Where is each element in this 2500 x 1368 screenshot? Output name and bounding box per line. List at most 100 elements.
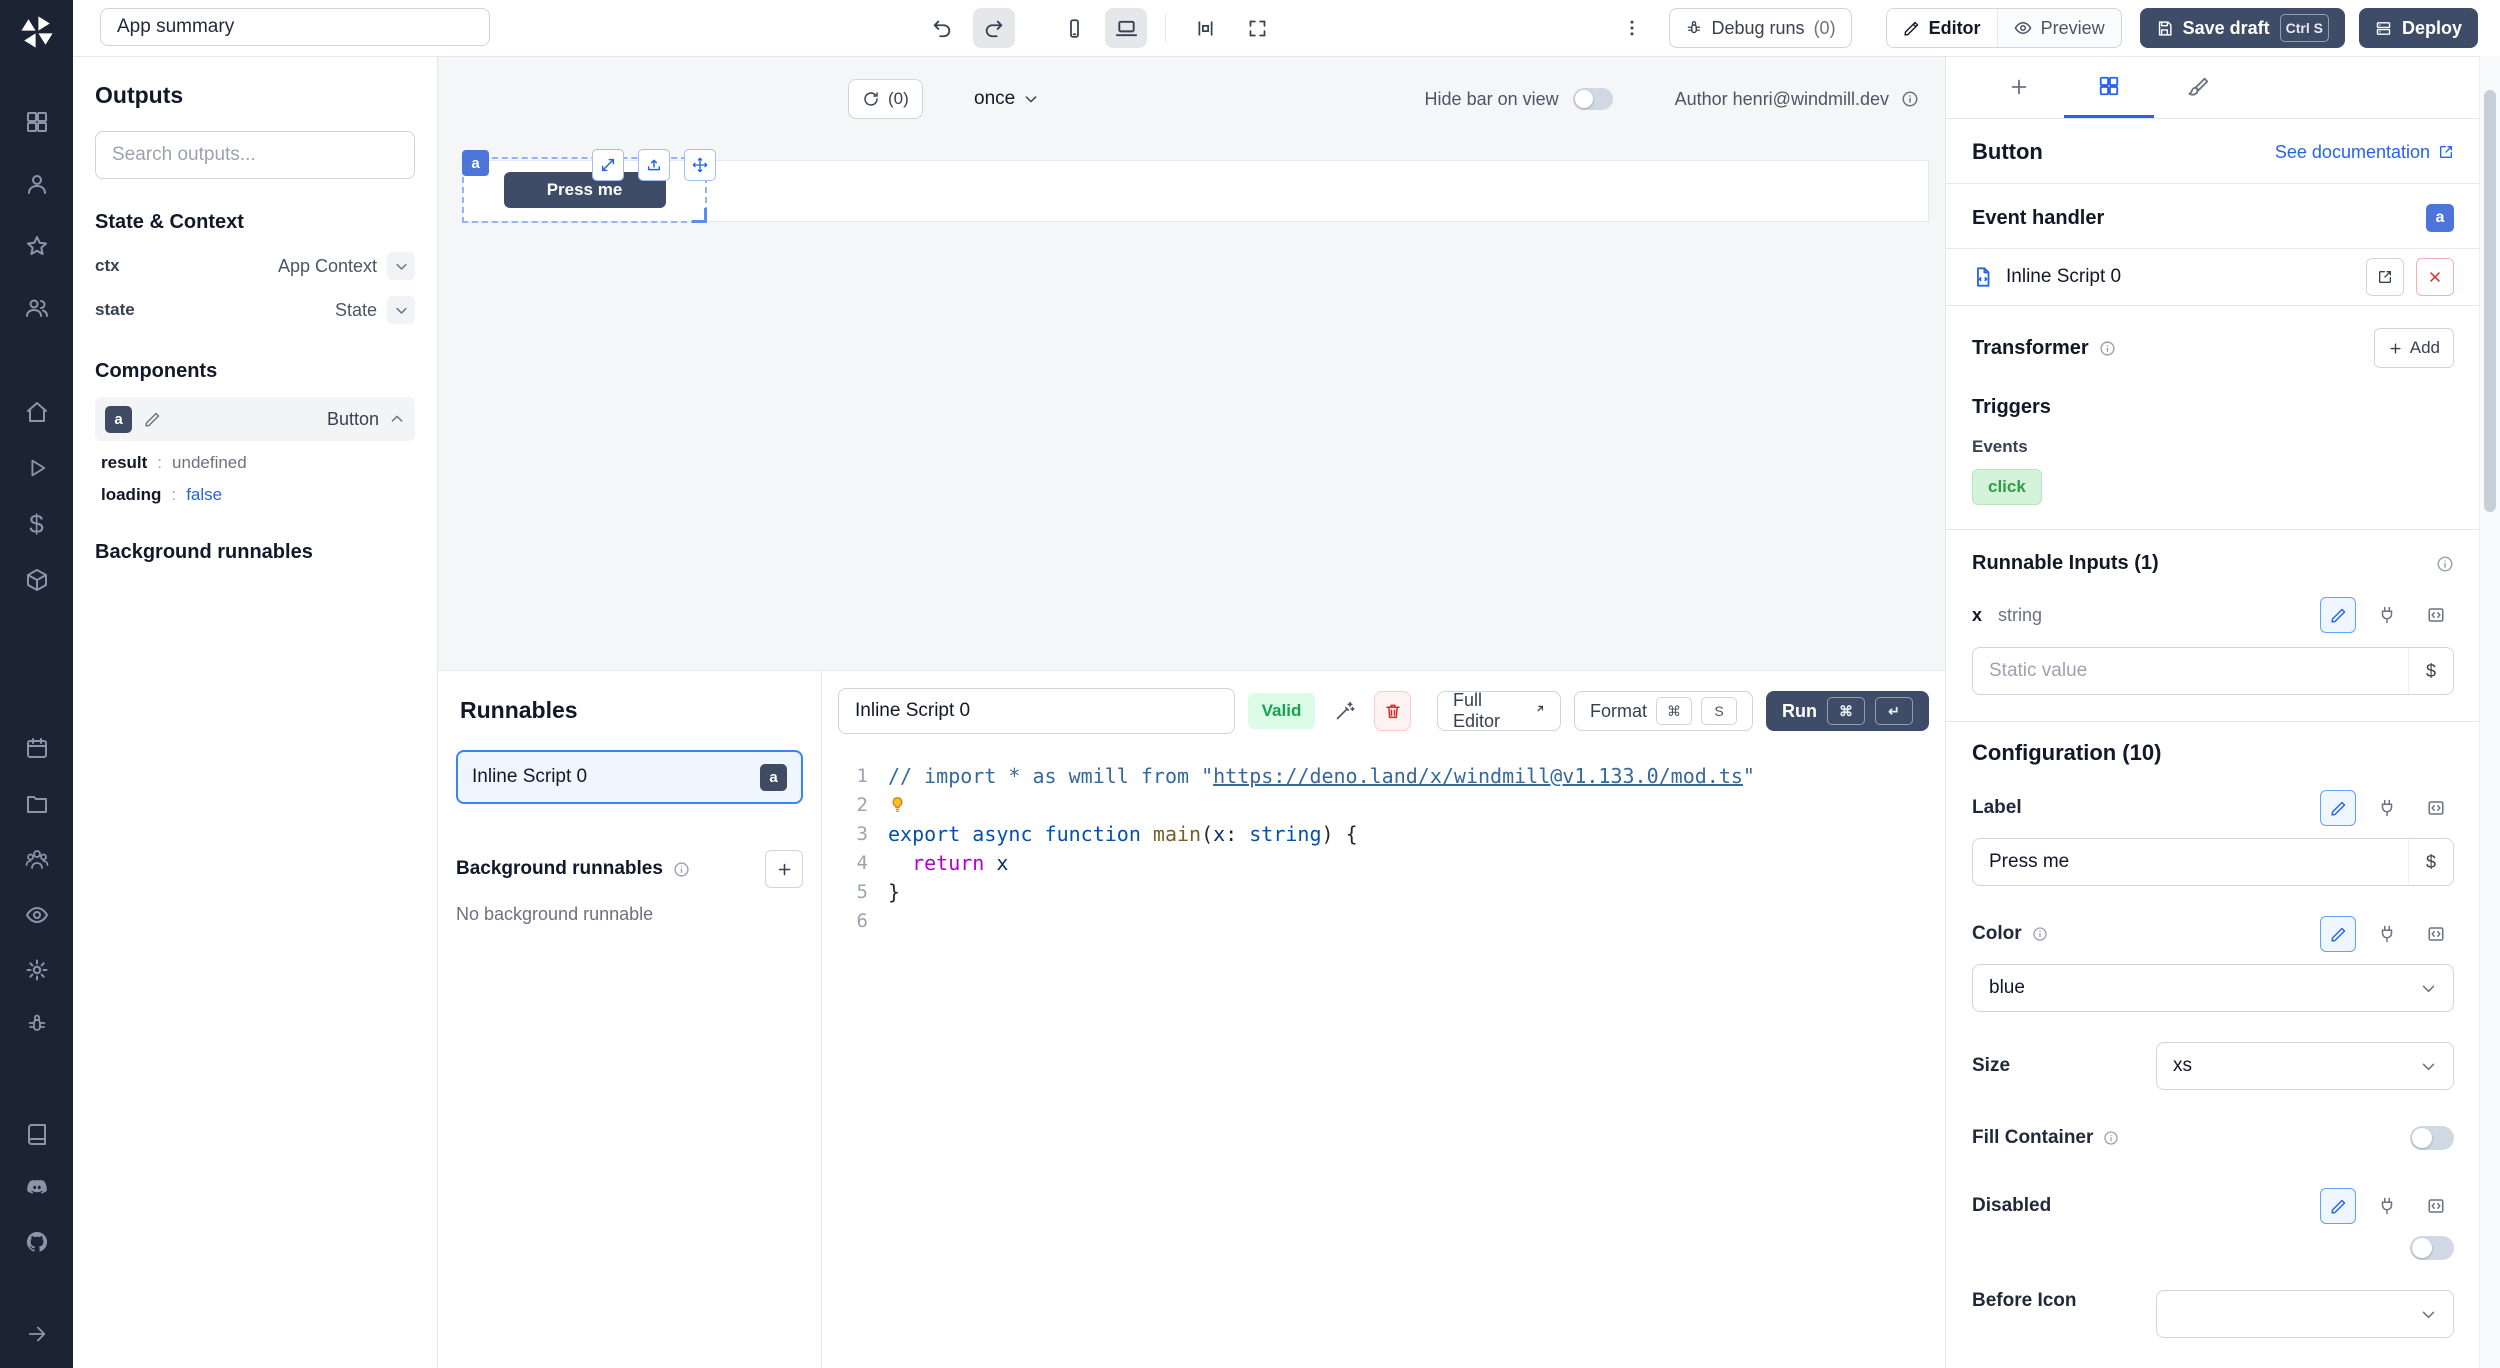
inline-script-row[interactable]: Inline Script 0 <box>1946 248 2480 306</box>
runnable-item-inline-script-0[interactable]: Inline Script 0 a <box>456 750 803 804</box>
eval-mode-code-icon[interactable] <box>2418 597 2454 633</box>
label-dollar-icon[interactable]: $ <box>2408 839 2453 885</box>
preview-tab[interactable]: Preview <box>1997 9 2121 47</box>
tab-insert-component[interactable] <box>1974 56 2064 118</box>
mobile-view-button[interactable] <box>1053 8 1095 48</box>
github-icon[interactable] <box>0 1220 73 1264</box>
docs-book-icon[interactable] <box>0 1112 73 1156</box>
deploy-button[interactable]: Deploy <box>2359 8 2478 48</box>
anchor-component-icon[interactable] <box>638 149 670 181</box>
undo-button[interactable] <box>921 8 963 48</box>
code-editor[interactable]: 1 // import * as wmill from "https://den… <box>822 751 1945 935</box>
editor-tab[interactable]: Editor <box>1887 9 1997 47</box>
open-script-external-icon[interactable] <box>2366 258 2404 296</box>
workers-bug-icon[interactable] <box>0 1002 73 1046</box>
apps-icon[interactable] <box>0 100 73 144</box>
disabled-connect-plug-icon[interactable] <box>2369 1188 2405 1224</box>
redo-button[interactable] <box>973 8 1015 48</box>
add-transformer-button[interactable]: Add <box>2374 328 2454 368</box>
static-value-input[interactable] <box>1973 648 2408 694</box>
state-row[interactable]: state State <box>95 288 415 332</box>
fullscreen-button[interactable] <box>1236 8 1278 48</box>
remove-script-icon[interactable] <box>2416 258 2454 296</box>
app-summary-input[interactable] <box>100 8 490 46</box>
color-static-pencil-icon[interactable] <box>2320 916 2356 952</box>
format-button[interactable]: Format ⌘ S <box>1574 691 1753 731</box>
label-eval-code-icon[interactable] <box>2418 790 2454 826</box>
background-runnables-info-icon[interactable] <box>673 861 690 878</box>
ctx-expand-chevron-icon[interactable] <box>387 252 415 280</box>
color-select[interactable]: blue <box>1972 964 2454 1012</box>
discord-icon[interactable] <box>0 1166 73 1210</box>
disabled-static-pencil-icon[interactable] <box>2320 1188 2356 1224</box>
runs-play-icon[interactable] <box>0 446 73 490</box>
desktop-view-button[interactable] <box>1105 8 1147 48</box>
expand-component-icon[interactable] <box>592 149 624 181</box>
runnable-inputs-info-icon[interactable] <box>2436 555 2454 573</box>
users-icon[interactable] <box>0 286 73 330</box>
more-options-button[interactable] <box>1615 8 1649 48</box>
label-value-input[interactable] <box>1973 839 2408 885</box>
groups-icon[interactable] <box>0 838 73 882</box>
center-align-button[interactable] <box>1184 8 1226 48</box>
user-icon[interactable] <box>0 162 73 206</box>
ai-wand-icon[interactable] <box>1328 692 1361 730</box>
lightbulb-icon[interactable] <box>888 795 907 814</box>
selected-component[interactable]: a Press me <box>462 157 707 223</box>
add-background-runnable-button[interactable] <box>765 850 803 888</box>
full-editor-button[interactable]: Full Editor <box>1437 691 1561 731</box>
component-row-a[interactable]: a Button <box>95 397 415 441</box>
move-component-icon[interactable] <box>684 149 716 181</box>
tab-component-settings[interactable] <box>2064 56 2154 118</box>
fill-container-toggle[interactable] <box>2410 1126 2454 1150</box>
author-info-icon[interactable] <box>1901 90 1919 108</box>
static-mode-pencil-icon[interactable] <box>2320 597 2356 633</box>
variables-dollar-icon[interactable]: $ <box>0 502 73 546</box>
schedules-calendar-icon[interactable] <box>0 726 73 770</box>
home-icon[interactable] <box>0 390 73 434</box>
disabled-eval-code-icon[interactable] <box>2418 1188 2454 1224</box>
debug-runs-button[interactable]: Debug runs (0) <box>1669 8 1852 48</box>
search-outputs-input[interactable] <box>95 131 415 179</box>
collapse-chevron-up-icon[interactable] <box>389 411 405 427</box>
refresh-button[interactable]: (0) <box>848 79 923 119</box>
run-button[interactable]: Run ⌘ ↵ <box>1766 691 1929 731</box>
disabled-toggle[interactable] <box>2410 1236 2454 1260</box>
size-select[interactable]: xs <box>2156 1042 2454 1090</box>
transformer-info-icon[interactable] <box>2099 340 2116 357</box>
url-token[interactable]: https://deno.land/x/windmill@v1.133.0/mo… <box>1213 764 1743 788</box>
resize-handle[interactable] <box>692 208 707 223</box>
label-static-pencil-icon[interactable] <box>2320 790 2356 826</box>
inspector-scrollbar[interactable] <box>2479 56 2500 1368</box>
color-info-icon[interactable] <box>2032 926 2048 942</box>
settings-gear-icon[interactable] <box>0 948 73 992</box>
save-draft-button[interactable]: Save draft Ctrl S <box>2140 8 2345 48</box>
before-icon-select[interactable] <box>2156 1290 2454 1338</box>
resources-cube-icon[interactable] <box>0 558 73 602</box>
rename-pencil-icon[interactable] <box>144 411 161 428</box>
color-eval-code-icon[interactable] <box>2418 916 2454 952</box>
fill-container-info-icon[interactable] <box>2103 1130 2119 1146</box>
hide-bar-toggle[interactable] <box>1573 88 1613 110</box>
result-prop-row[interactable]: result : undefined <box>95 453 415 473</box>
label-connect-plug-icon[interactable] <box>2369 790 2405 826</box>
schedule-mode-select[interactable]: once <box>964 79 1049 119</box>
delete-script-button[interactable] <box>1374 691 1411 731</box>
template-dollar-icon[interactable]: $ <box>2408 648 2453 694</box>
app-canvas[interactable]: (0) once Hide bar on view Author henri@w… <box>438 56 1945 670</box>
loading-prop-row[interactable]: loading : false <box>95 485 415 505</box>
windmill-logo[interactable] <box>0 10 73 54</box>
collapse-arrow-icon[interactable] <box>0 1312 73 1356</box>
scrollbar-thumb[interactable] <box>2484 90 2496 512</box>
audit-eye-icon[interactable] <box>0 893 73 937</box>
full-editor-label: Full Editor <box>1453 690 1522 732</box>
state-expand-chevron-icon[interactable] <box>387 296 415 324</box>
color-connect-plug-icon[interactable] <box>2369 916 2405 952</box>
tab-styling[interactable] <box>2154 56 2244 118</box>
folders-icon[interactable] <box>0 782 73 826</box>
ctx-row[interactable]: ctx App Context <box>95 244 415 288</box>
see-documentation-link[interactable]: See documentation <box>2275 142 2454 163</box>
favorites-star-icon[interactable] <box>0 224 73 268</box>
script-name-input[interactable] <box>838 688 1235 734</box>
connect-mode-plug-icon[interactable] <box>2369 597 2405 633</box>
